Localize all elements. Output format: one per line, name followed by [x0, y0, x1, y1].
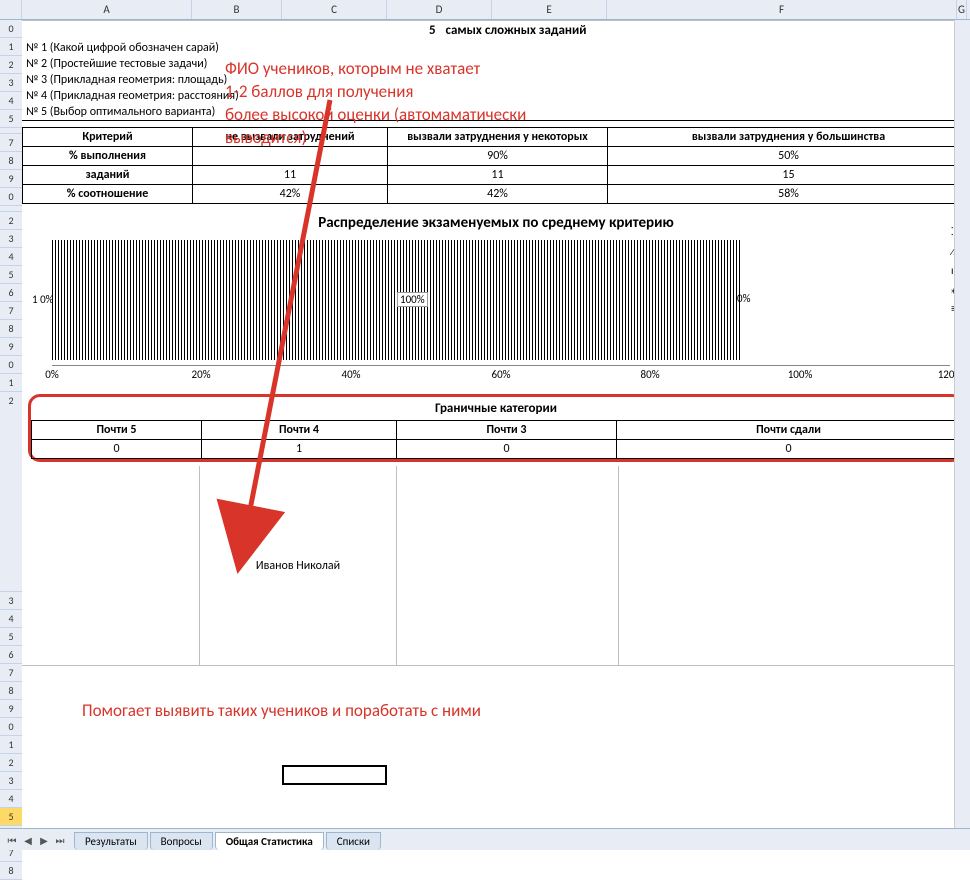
th-easy: не вызвали затруднений — [193, 128, 388, 147]
row-header[interactable]: 3 — [0, 772, 22, 790]
row-header[interactable]: 6 — [0, 646, 22, 664]
x-axis: 0% 20% 40% 60% 80% 100% 120% — [52, 365, 950, 383]
th-some: вызвали затруднения у некоторых — [388, 128, 608, 147]
distribution-chart: Распределение экзаменуемых по среднему к… — [22, 214, 970, 390]
tab-first-icon: ⏮ — [4, 834, 20, 850]
row-header[interactable]: 6 — [0, 284, 22, 302]
student-names-row: Иванов Николай — [22, 466, 970, 666]
tab-prev-icon: ◀ — [20, 834, 36, 850]
row-header[interactable]: 1 — [0, 374, 22, 392]
row-header[interactable]: 8 — [0, 152, 22, 170]
th-criterion: Критерий — [23, 128, 193, 147]
task-row: № 3 (Прикладная геометрия: площадь) — [22, 72, 970, 88]
tab-results[interactable]: Результаты — [74, 832, 148, 850]
task-row: № 5 (Выбор оптимального варианта) — [22, 104, 970, 121]
row-header[interactable]: 5 — [0, 628, 22, 646]
row-header[interactable]: 8 — [0, 682, 22, 700]
col-A[interactable]: A — [22, 0, 192, 19]
row-header[interactable]: 2 — [0, 212, 22, 230]
row-header[interactable]: 5 — [0, 266, 22, 284]
vertical-scrollbar[interactable] — [954, 20, 970, 828]
row-header[interactable]: 4 — [0, 790, 22, 808]
row-header[interactable]: 3 — [0, 592, 22, 610]
task-row: № 4 (Прикладная геометрия: расстояния) — [22, 88, 970, 104]
row-header[interactable]: 4 — [0, 92, 22, 110]
criteria-table: Критерий не вызвали затруднений вызвали … — [22, 127, 970, 204]
boundary-categories-box: Граничные категории Почти 5 Почти 4 Почт… — [28, 394, 964, 462]
tab-nav[interactable]: ⏮◀▶⏭ — [0, 834, 72, 850]
bar-label-100: 100% — [397, 292, 428, 307]
row-header[interactable]: 7 — [0, 302, 22, 320]
row-header[interactable]: 8 — [0, 862, 22, 880]
tab-next-icon: ▶ — [36, 834, 52, 850]
section-title: 5самых сложных заданий — [22, 20, 970, 40]
row-header[interactable]: 0 — [0, 718, 22, 736]
col-B[interactable]: B — [192, 0, 282, 19]
tab-general-stats[interactable]: Общая Статистика — [215, 832, 324, 850]
row-header[interactable]: 5 — [0, 110, 22, 128]
row-header[interactable]: 0 — [0, 188, 22, 206]
row-header[interactable]: 9 — [0, 700, 22, 718]
th-most: вызвали затруднения у большинства — [608, 128, 970, 147]
annotation-help: Помогает выявить таких учеников и порабо… — [82, 700, 481, 723]
names-almost-pass — [619, 466, 970, 666]
row-header[interactable]: 3 — [0, 74, 22, 92]
row-header[interactable]: 1 — [0, 736, 22, 754]
active-cell-cursor[interactable] — [282, 765, 387, 785]
task-row: № 1 (Какой цифрой обозначен сарай) — [22, 40, 970, 56]
row-header[interactable]: 0 — [0, 356, 22, 374]
col-F[interactable]: F — [607, 0, 957, 19]
row-header[interactable]: 9 — [0, 170, 22, 188]
row-header[interactable]: 0 — [0, 20, 22, 38]
row-header[interactable]: 7 — [0, 664, 22, 682]
row-headers: 0123457890234567890123456789012345678 — [0, 20, 22, 880]
boundary-title: Граничные категории — [32, 397, 961, 421]
col-C[interactable]: C — [282, 0, 387, 19]
names-almost5 — [22, 466, 200, 666]
row-header[interactable]: 1 — [0, 38, 22, 56]
chart-title: Распределение экзаменуемых по среднему к… — [42, 214, 950, 232]
row-header[interactable]: 2 — [0, 392, 22, 592]
col-D[interactable]: D — [387, 0, 492, 19]
task-row: № 2 (Простейшие тестовые задачи) — [22, 56, 970, 72]
names-almost3 — [397, 466, 619, 666]
row-header[interactable]: 4 — [0, 610, 22, 628]
tab-last-icon: ⏭ — [52, 834, 68, 850]
bar-label-0-right: 0% — [737, 292, 750, 305]
y-category: 1 0% — [32, 293, 54, 306]
spreadsheet-body[interactable]: 5самых сложных заданий № 1 (Какой цифрой… — [22, 20, 970, 666]
tab-questions[interactable]: Вопросы — [150, 832, 213, 850]
row-header[interactable]: 2 — [0, 56, 22, 74]
col-E[interactable]: E — [492, 0, 607, 19]
row-header[interactable]: 5 — [0, 808, 22, 826]
row-header[interactable]: 9 — [0, 338, 22, 356]
row-header[interactable]: 7 — [0, 134, 22, 152]
names-almost4: Иванов Николай — [200, 466, 397, 666]
row-header[interactable]: 2 — [0, 754, 22, 772]
row-header[interactable]: 4 — [0, 248, 22, 266]
tab-lists[interactable]: Списки — [326, 832, 381, 850]
sheet-tabs: ⏮◀▶⏭ Результаты Вопросы Общая Статистика… — [0, 828, 970, 850]
row-header[interactable]: 3 — [0, 230, 22, 248]
column-headers: A B C D E F G — [0, 0, 970, 20]
col-G[interactable]: G — [957, 0, 967, 19]
row-header[interactable]: 8 — [0, 320, 22, 338]
